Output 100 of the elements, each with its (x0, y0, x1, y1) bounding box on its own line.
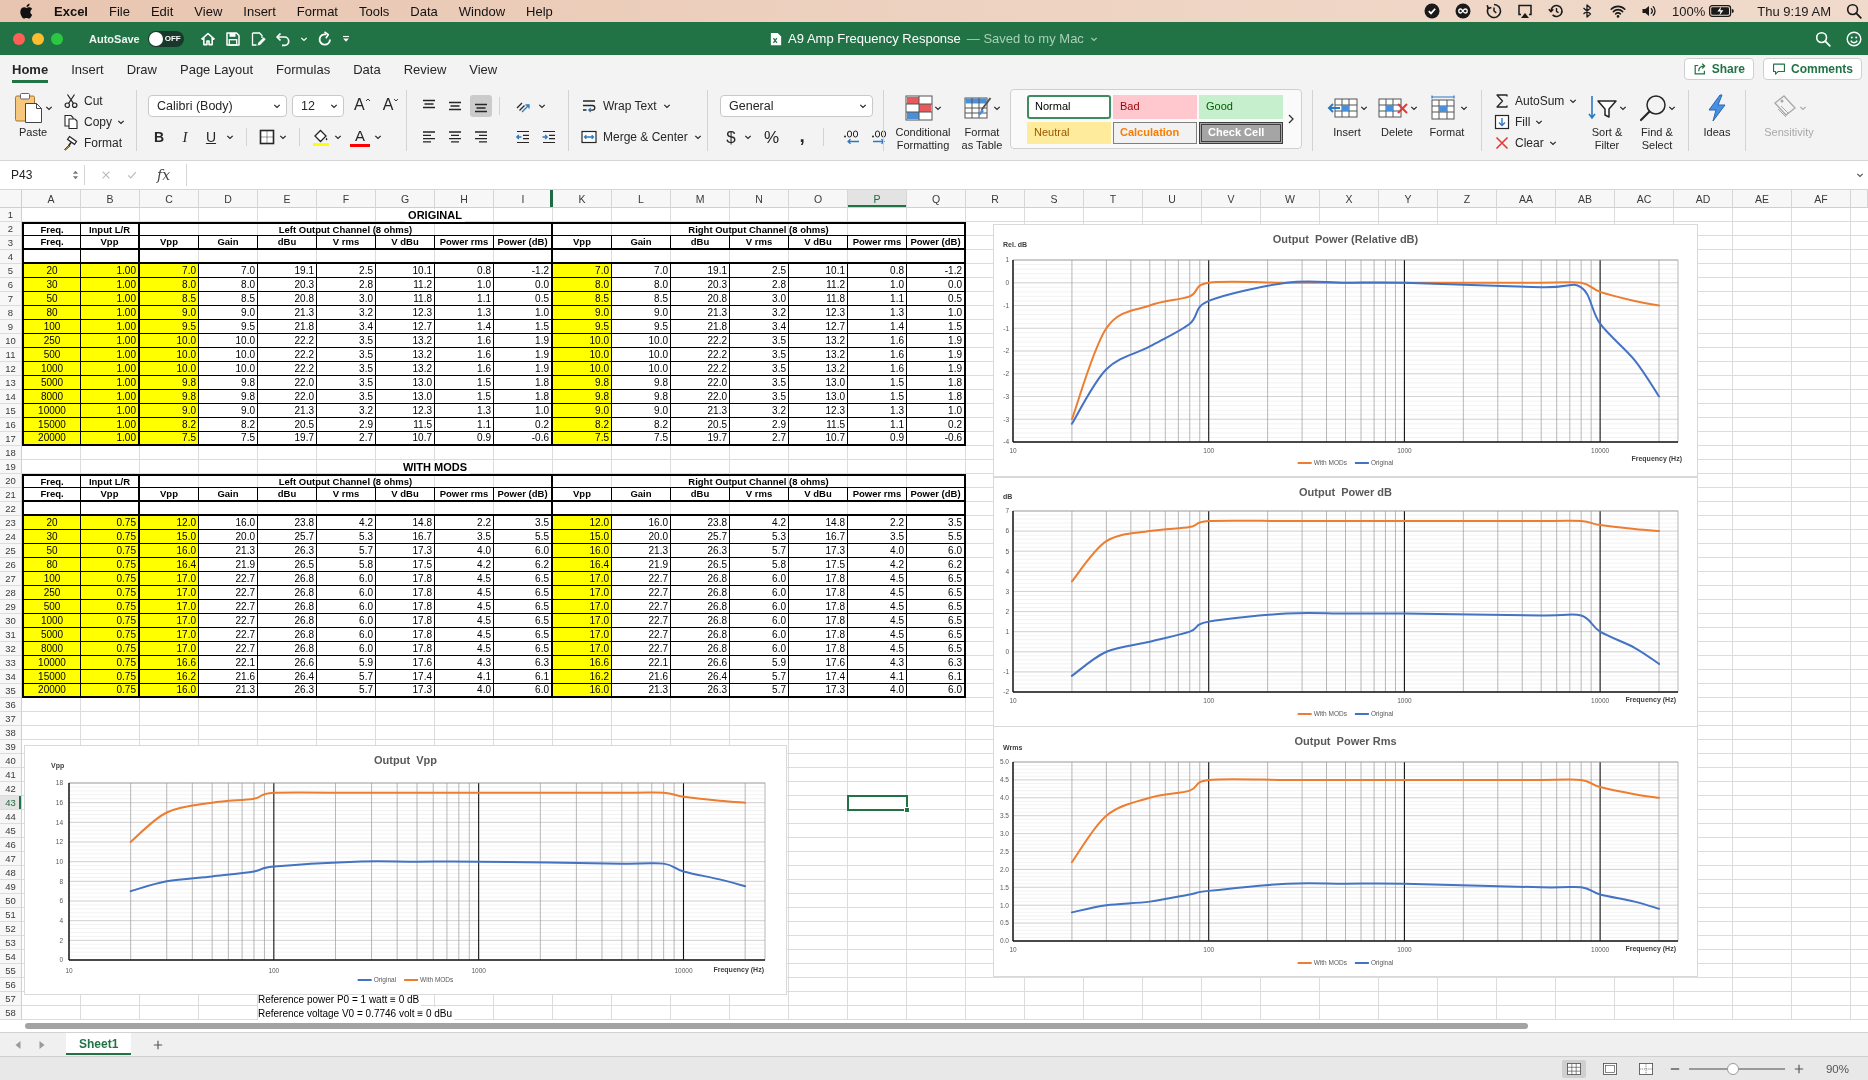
row-header[interactable]: 43 (0, 796, 22, 810)
plus-icon[interactable] (153, 1039, 164, 1050)
percent-button[interactable]: % (762, 126, 782, 148)
row-header[interactable]: 6 (0, 278, 22, 292)
row-header[interactable]: 28 (0, 586, 22, 600)
horizontal-scrollbar[interactable] (25, 1023, 1528, 1029)
row-header[interactable]: 22 (0, 502, 22, 516)
column-header[interactable]: AB (1556, 190, 1615, 208)
row-header[interactable]: 11 (0, 348, 22, 362)
row-header[interactable]: 9 (0, 320, 22, 334)
column-header[interactable]: AE (1733, 190, 1792, 208)
row-header[interactable]: 56 (0, 978, 22, 992)
row-header[interactable]: 12 (0, 362, 22, 376)
caret-icon[interactable] (226, 133, 234, 141)
app-menu[interactable]: Excel (54, 3, 88, 19)
row-header[interactable]: 42 (0, 782, 22, 796)
view-button[interactable] (1561, 1059, 1586, 1078)
ribbon-tab[interactable]: Insert (71, 55, 104, 83)
row-header[interactable]: 19 (0, 460, 22, 474)
row-header[interactable]: 44 (0, 810, 22, 824)
caret-icon[interactable] (1856, 171, 1864, 179)
format-as-table-button[interactable]: Format as Table (958, 92, 1006, 152)
column-header[interactable]: S (1025, 190, 1084, 208)
row-header[interactable]: 23 (0, 516, 22, 530)
column-header[interactable]: AF (1792, 190, 1851, 208)
column-header[interactable]: AD (1674, 190, 1733, 208)
font-color-button[interactable]: A (350, 127, 370, 147)
currency-button[interactable]: $ (722, 126, 740, 148)
insert-button[interactable]: Insert (1322, 92, 1372, 139)
column-header[interactable]: R (966, 190, 1025, 208)
row-header[interactable]: 16 (0, 418, 22, 432)
ribbon-tab[interactable]: Data (353, 55, 381, 83)
minimize-button[interactable] (32, 32, 44, 45)
column-header[interactable]: AA (1497, 190, 1556, 208)
timer-icon[interactable] (1486, 3, 1503, 19)
cell-style[interactable]: Neutral (1027, 121, 1111, 144)
wrap-text-button[interactable]: Wrap Text (581, 95, 671, 117)
find-select-button[interactable]: Find & Select (1631, 92, 1683, 152)
column-header[interactable]: D (199, 190, 258, 208)
conditional-formatting-button[interactable]: Conditional Formatting (890, 92, 956, 152)
italic-button[interactable]: I (174, 126, 196, 148)
row-header[interactable]: 20 (0, 474, 22, 488)
home-icon[interactable] (199, 30, 216, 47)
column-header[interactable]: E (258, 190, 317, 208)
ribbon-tab[interactable]: View (469, 55, 498, 83)
column-header[interactable]: O (789, 190, 848, 208)
row-header[interactable]: 32 (0, 642, 22, 656)
column-header[interactable]: T (1084, 190, 1143, 208)
infinity-icon[interactable] (1455, 3, 1472, 19)
share-button[interactable]: Share (1683, 58, 1754, 80)
paint-bucket-icon[interactable] (312, 128, 330, 146)
search-icon[interactable] (1815, 30, 1831, 47)
ribbon-tab[interactable]: Page Layout (180, 55, 253, 83)
cell-style[interactable]: Normal (1027, 94, 1111, 119)
cut-button[interactable]: Cut (63, 90, 103, 111)
number-format-dropdown[interactable]: General (720, 95, 873, 117)
menu-item[interactable]: Tools (359, 3, 390, 19)
row-header[interactable]: 31 (0, 628, 22, 642)
row-header[interactable]: 52 (0, 922, 22, 936)
column-header[interactable]: W (1261, 190, 1320, 208)
column-header[interactable]: N (730, 190, 789, 208)
row-header[interactable]: 45 (0, 824, 22, 838)
row-header[interactable]: 50 (0, 894, 22, 908)
underline-button[interactable]: U (200, 126, 222, 148)
column-header[interactable]: I (494, 190, 553, 208)
fill-handle[interactable] (904, 807, 910, 813)
row-header[interactable]: 21 (0, 488, 22, 502)
row-header[interactable]: 7 (0, 292, 22, 306)
chevron-right-icon[interactable] (1287, 113, 1295, 125)
column-header[interactable]: B (81, 190, 140, 208)
column-header[interactable]: P (848, 190, 907, 208)
caret-icon[interactable] (538, 102, 546, 110)
row-header[interactable]: 13 (0, 376, 22, 390)
row-header[interactable]: 24 (0, 530, 22, 544)
row-header[interactable]: 5 (0, 264, 22, 278)
shrink-font-button[interactable]: A (380, 95, 402, 117)
menu-item[interactable]: Edit (150, 3, 174, 19)
screen-mirroring-icon[interactable] (1517, 3, 1534, 19)
column-header[interactable]: K (553, 190, 612, 208)
format-button[interactable]: Format (1422, 92, 1472, 139)
save-icon[interactable] (224, 30, 241, 47)
row-header[interactable]: 30 (0, 614, 22, 628)
menu-item[interactable]: File (109, 3, 130, 19)
menu-item[interactable]: Format (296, 3, 338, 19)
ideas-button[interactable]: Ideas (1703, 92, 1731, 139)
indent-icon[interactable] (541, 129, 557, 145)
ribbon-tab[interactable]: Draw (126, 55, 157, 83)
dropdown-icon[interactable] (341, 34, 350, 43)
column-header[interactable]: AC (1615, 190, 1674, 208)
row-header[interactable]: 49 (0, 880, 22, 894)
outdent-icon[interactable] (515, 129, 531, 145)
row-header[interactable]: 38 (0, 726, 22, 740)
check-badge-icon[interactable] (1424, 3, 1441, 19)
format-painter-button[interactable]: Format (63, 132, 122, 153)
row-header[interactable]: 29 (0, 600, 22, 614)
row-header[interactable]: 37 (0, 712, 22, 726)
active-cell[interactable] (847, 795, 908, 811)
bold-button[interactable]: B (148, 126, 170, 148)
font-size-dropdown[interactable]: 12 (292, 95, 344, 117)
caret-icon[interactable] (279, 133, 287, 141)
